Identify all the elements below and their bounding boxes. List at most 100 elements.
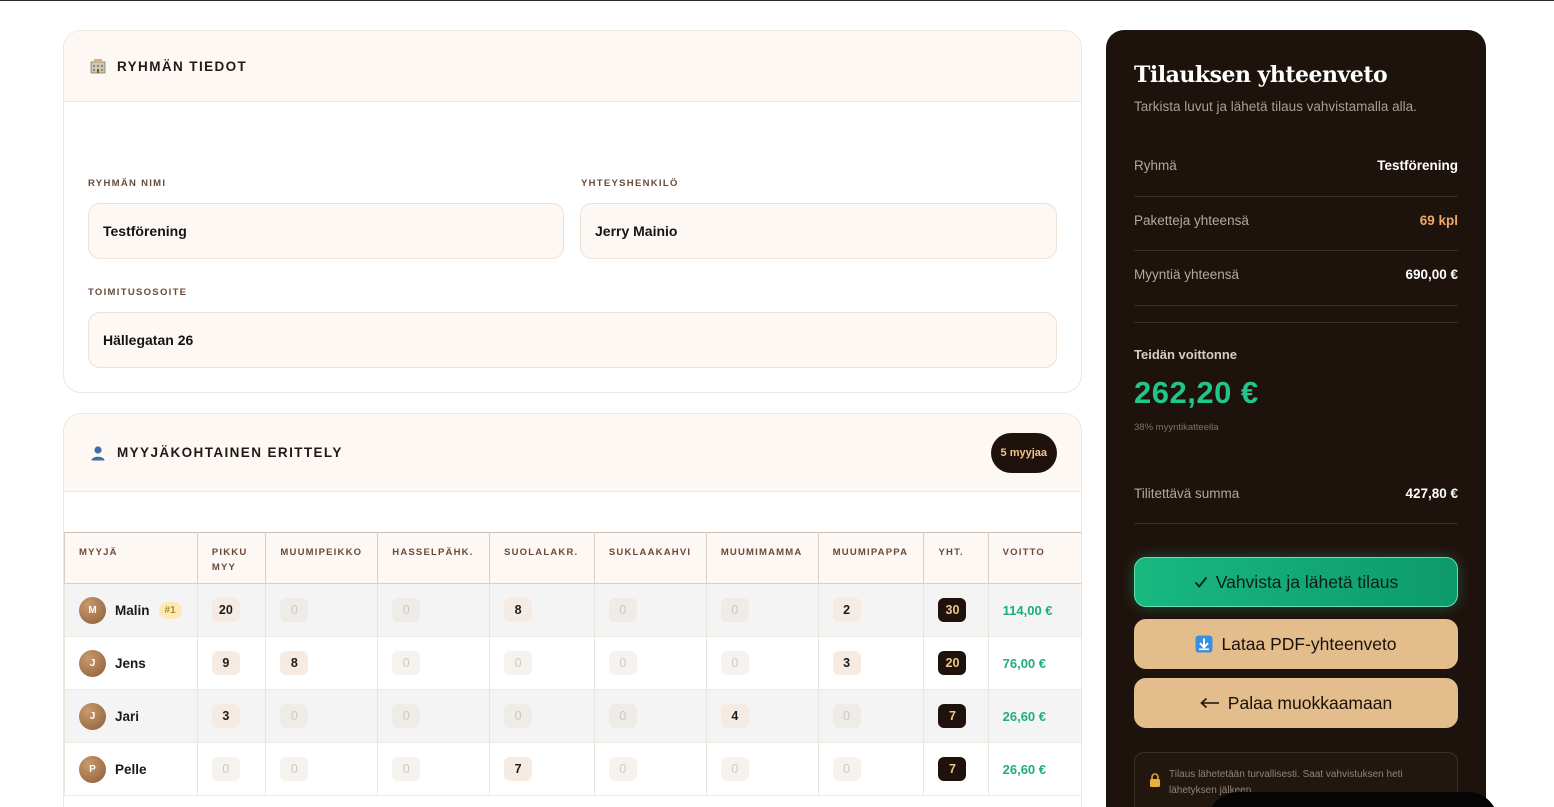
qty-cell: 0 bbox=[817, 742, 925, 796]
profit-value: 262,20 € bbox=[1134, 375, 1259, 410]
col-header[interactable]: MYYJÄ bbox=[64, 532, 198, 584]
col-header[interactable]: YHT. bbox=[923, 532, 989, 584]
qty-value[interactable]: 0 bbox=[392, 757, 421, 781]
summary-row-packages: Paketteja yhteensä 69 kpl bbox=[1134, 213, 1458, 228]
qty-value[interactable]: 0 bbox=[280, 598, 309, 622]
qty-value[interactable]: 0 bbox=[392, 598, 421, 622]
seller-name: Jens bbox=[115, 655, 146, 671]
lock-icon bbox=[1149, 773, 1161, 807]
profit-label: Teidän voittonne bbox=[1134, 347, 1238, 362]
summary-row-sales: Myyntiä yhteensä 690,00 € bbox=[1134, 267, 1458, 282]
qty-value[interactable]: 0 bbox=[720, 651, 749, 675]
qty-value[interactable]: 0 bbox=[832, 704, 861, 728]
total-badge: 7 bbox=[938, 757, 967, 781]
qty-cell: 3 bbox=[196, 689, 267, 743]
qty-value[interactable]: 0 bbox=[504, 651, 533, 675]
qty-cell: 2 bbox=[817, 583, 925, 637]
table-row: J Jari 3 0 0 0 0 4 0 7 26,60 € bbox=[64, 689, 1081, 743]
qty-cell: 0 bbox=[377, 636, 491, 690]
address-field[interactable]: Hällegatan 26 bbox=[88, 312, 1057, 368]
download-pdf-button[interactable]: Lataa PDF-yhteenveto bbox=[1134, 619, 1458, 669]
qty-cell: 20 bbox=[196, 583, 267, 637]
qty-value[interactable]: 0 bbox=[211, 757, 240, 781]
profit-note: 38% myyntikatteella bbox=[1134, 422, 1219, 433]
qty-cell: 7 bbox=[489, 742, 595, 796]
total-cell: 7 bbox=[923, 689, 989, 743]
col-header[interactable]: MUUMIPEIKKO bbox=[265, 532, 379, 584]
packages-key: Paketteja yhteensä bbox=[1134, 213, 1249, 228]
back-to-edit-button[interactable]: Palaa muokkaamaan bbox=[1134, 678, 1458, 728]
profit-cell: 76,00 € bbox=[987, 636, 1081, 690]
seller-cell: M Malin #1 bbox=[64, 583, 198, 637]
divider bbox=[1134, 250, 1458, 251]
avatar: P bbox=[79, 755, 106, 783]
avatar: M bbox=[79, 596, 106, 624]
group-key: Ryhmä bbox=[1134, 158, 1177, 173]
profit-amount: 76,00 € bbox=[1002, 655, 1046, 671]
col-header[interactable]: MUUMIMAMMA bbox=[705, 532, 819, 584]
qty-cell: 0 bbox=[265, 689, 379, 743]
qty-value[interactable]: 0 bbox=[608, 651, 637, 675]
order-summary-panel: Tilauksen yhteenveto Tarkista luvut ja l… bbox=[1106, 30, 1486, 807]
qty-value[interactable]: 0 bbox=[720, 598, 749, 622]
qty-value[interactable]: 3 bbox=[211, 704, 240, 728]
qty-value[interactable]: 3 bbox=[832, 651, 861, 675]
col-header[interactable]: VOITTO bbox=[987, 532, 1081, 584]
qty-cell: 8 bbox=[265, 636, 379, 690]
contact-field[interactable]: Jerry Mainio bbox=[580, 203, 1057, 259]
seller-count-badge: 5 myyjaa bbox=[990, 433, 1057, 473]
summary-title: Tilauksen yhteenveto bbox=[1134, 62, 1388, 88]
qty-cell: 3 bbox=[817, 636, 925, 690]
col-header[interactable]: HASSELPÄHK. bbox=[377, 532, 491, 584]
qty-value[interactable]: 0 bbox=[392, 704, 421, 728]
qty-value[interactable]: 2 bbox=[832, 598, 861, 622]
table-row: J Jens 9 8 0 0 0 0 3 20 76,00 € bbox=[64, 636, 1081, 690]
qty-value[interactable]: 4 bbox=[720, 704, 749, 728]
qty-cell: 0 bbox=[705, 636, 819, 690]
total-badge: 30 bbox=[938, 598, 967, 622]
qty-cell: 8 bbox=[489, 583, 595, 637]
qty-value[interactable]: 0 bbox=[280, 704, 309, 728]
qty-value[interactable]: 0 bbox=[504, 704, 533, 728]
qty-cell: 0 bbox=[593, 636, 707, 690]
qty-cell: 0 bbox=[489, 689, 595, 743]
qty-value[interactable]: 9 bbox=[211, 651, 240, 675]
qty-value[interactable]: 0 bbox=[608, 757, 637, 781]
qty-cell: 0 bbox=[593, 583, 707, 637]
group-name-label: RYHMÄN NIMI bbox=[88, 178, 167, 189]
qty-value[interactable]: 0 bbox=[608, 598, 637, 622]
qty-value[interactable]: 0 bbox=[280, 757, 309, 781]
total-badge: 20 bbox=[938, 651, 967, 675]
qty-cell: 0 bbox=[705, 583, 819, 637]
divider bbox=[1134, 196, 1458, 197]
col-header[interactable]: MUUMIPAPPA bbox=[817, 532, 925, 584]
profit-cell: 26,60 € bbox=[987, 689, 1081, 743]
col-header[interactable]: SUOLALAKR. bbox=[489, 532, 595, 584]
seller-name: Pelle bbox=[115, 761, 147, 777]
qty-value[interactable]: 20 bbox=[211, 598, 240, 622]
profit-cell: 26,60 € bbox=[987, 742, 1081, 796]
qty-value[interactable]: 0 bbox=[720, 757, 749, 781]
address-label: TOIMITUSOSOITE bbox=[88, 287, 188, 298]
group-name-field[interactable]: Testförening bbox=[88, 203, 564, 259]
qty-cell: 9 bbox=[196, 636, 267, 690]
col-header[interactable]: PIKKU MYY bbox=[196, 532, 267, 584]
qty-value[interactable]: 8 bbox=[504, 598, 533, 622]
qty-value[interactable]: 7 bbox=[504, 757, 533, 781]
seller-name: Malin bbox=[115, 602, 150, 618]
qty-cell: 0 bbox=[593, 742, 707, 796]
confirm-order-button[interactable]: Vahvista ja lähetä tilaus bbox=[1134, 557, 1458, 607]
total-cell: 30 bbox=[923, 583, 989, 637]
qty-value[interactable]: 8 bbox=[280, 651, 309, 675]
profit-amount: 114,00 € bbox=[1002, 602, 1053, 618]
divider bbox=[1134, 305, 1458, 306]
qty-value[interactable]: 0 bbox=[392, 651, 421, 675]
seller-name: Jari bbox=[115, 708, 140, 724]
avatar: J bbox=[79, 702, 106, 730]
col-header[interactable]: SUKLAAKAHVI bbox=[593, 532, 707, 584]
download-icon bbox=[1195, 635, 1213, 653]
qty-value[interactable]: 0 bbox=[832, 757, 861, 781]
qty-value[interactable]: 0 bbox=[608, 704, 637, 728]
download-pdf-label: Lataa PDF-yhteenveto bbox=[1221, 633, 1397, 654]
sellers-header: MYYJÄKOHTAINEN ERITTELY 5 myyjaa bbox=[64, 414, 1081, 492]
